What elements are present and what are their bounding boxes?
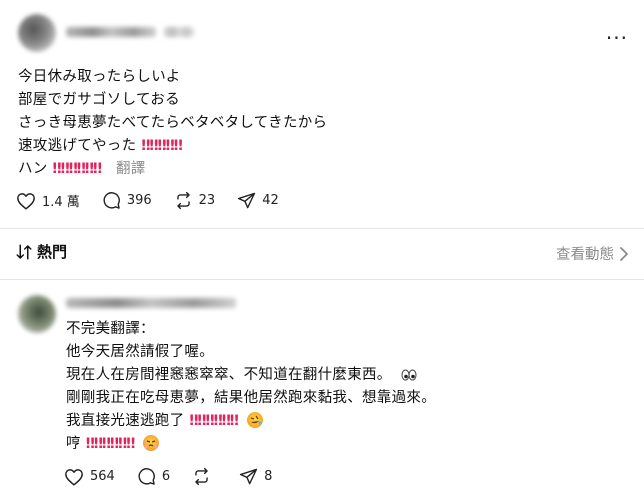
repost-button[interactable] <box>192 467 217 486</box>
like-button[interactable]: 564 <box>64 468 115 486</box>
divider <box>0 228 644 229</box>
translate-link[interactable]: 翻譯 <box>116 161 146 177</box>
repost-button[interactable]: 23 <box>174 191 216 210</box>
divider <box>0 279 644 280</box>
share-icon <box>239 468 258 485</box>
heart-icon <box>65 468 83 486</box>
more-icon[interactable]: ··· <box>606 26 628 50</box>
post-line: 今日休み取ったらしいよ <box>18 69 181 85</box>
post-line-5: ハン ‼‼‼‼‼‼ 翻譯 <box>18 160 146 178</box>
post-line-text: ハン <box>18 161 48 177</box>
reply-line-text: 現在人在房間裡窸窸窣窣、不知道在翻什麼東西。 <box>66 367 392 383</box>
post-action-bar: 1.4 萬 396 23 42 <box>16 191 301 210</box>
reply-line-text: 哼 <box>66 436 81 452</box>
eyes-emoji <box>400 368 417 384</box>
repost-icon <box>176 191 190 210</box>
post-line-text: 速攻逃げてやった <box>18 138 137 154</box>
bangbang-emoji: ‼‼‼‼‼‼ <box>52 161 103 177</box>
like-button[interactable]: 1.4 萬 <box>16 191 80 210</box>
reply-line-5: 我直接光速逃跑了 ‼‼‼‼‼‼ <box>66 412 263 430</box>
reply-action-bar: 564 6 8 <box>64 467 294 486</box>
reply-line: 剛剛我正在吃母恵夢，結果他居然跑來黏我、想靠過來。 <box>66 390 436 406</box>
sort-label: 熱門 <box>37 243 68 261</box>
comment-count: 6 <box>161 469 171 484</box>
post-avatar[interactable] <box>18 14 56 52</box>
comment-icon <box>138 468 155 485</box>
share-button[interactable]: 42 <box>237 191 279 210</box>
post-line: さっき母恵夢たべてたらベタベタしてきたから <box>18 115 328 131</box>
reply-body: 不完美翻譯： 他今天居然請假了喔。 現在人在房間裡窸窸窣窣、不知道在翻什麼東西。… <box>66 320 636 453</box>
share-button[interactable]: 8 <box>239 467 272 486</box>
repost-icon <box>195 467 208 486</box>
reply-line: 他今天居然請假了喔。 <box>66 344 214 360</box>
comment-icon <box>103 192 120 209</box>
bangbang-emoji: ‼‼‼‼‼‼ <box>85 436 136 452</box>
sort-icon <box>16 244 32 259</box>
reply-line: 不完美翻譯： <box>66 321 155 337</box>
post-line-4: 速攻逃げてやった ‼‼‼‼‼ <box>18 137 183 155</box>
bangbang-emoji: ‼‼‼‼‼‼ <box>189 413 239 429</box>
post-body: 今日休み取ったらしいよ 部屋でガサゴソしておる さっき母恵夢たべてたらベタベタし… <box>18 68 618 178</box>
view-activity-label: 查看動態 <box>556 247 614 263</box>
reply-line-6: 哼 ‼‼‼‼‼‼ <box>66 435 160 453</box>
repost-count: 23 <box>198 193 216 208</box>
post-author-name[interactable] <box>66 27 156 37</box>
sort-toggle[interactable]: 熱門 <box>15 241 67 262</box>
reply-line-text: 我直接光速逃跑了 <box>66 413 185 429</box>
share-count: 42 <box>262 193 279 208</box>
huffing-emoji <box>143 435 160 451</box>
post-line: 部屋でガサゴソしておる <box>18 92 180 108</box>
like-count: 1.4 萬 <box>42 195 80 210</box>
comment-count: 396 <box>126 193 152 208</box>
reply-author-name[interactable] <box>66 298 236 308</box>
post-timestamp <box>164 27 194 37</box>
heart-icon <box>17 192 35 210</box>
share-icon <box>238 192 256 209</box>
reply-line-3: 現在人在房間裡窸窸窣窣、不知道在翻什麼東西。 <box>66 366 417 384</box>
view-activity-link[interactable]: 查看動態 <box>556 243 630 264</box>
reply-avatar[interactable] <box>18 295 56 333</box>
comment-button[interactable]: 396 <box>102 191 152 210</box>
chevron-right-icon <box>620 246 628 261</box>
like-count: 564 <box>90 469 115 484</box>
bangbang-emoji: ‼‼‼‼‼ <box>141 138 182 154</box>
share-count: 8 <box>264 469 273 484</box>
comment-button[interactable]: 6 <box>137 467 170 486</box>
rofl-emoji <box>246 412 263 428</box>
